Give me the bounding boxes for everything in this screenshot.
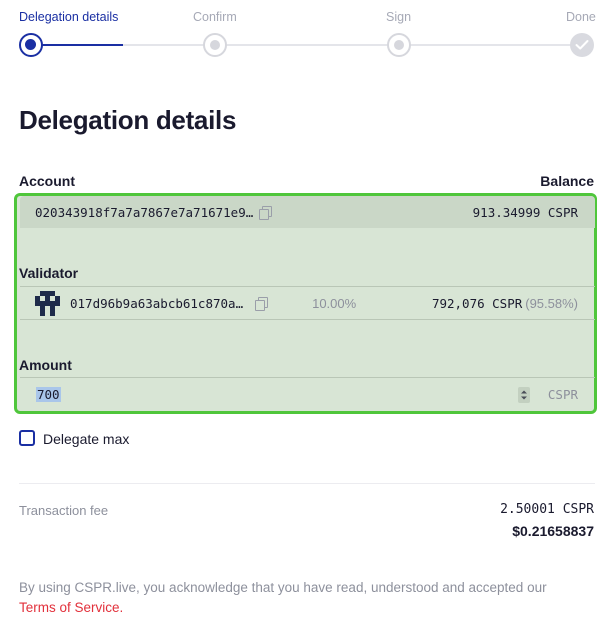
- account-row: 020343918f7a7a7867e7a71671e9… 913.34999 …: [20, 196, 595, 228]
- amount-label: Amount: [19, 357, 72, 373]
- progress-stepper: Delegation details Confirm Sign Done: [0, 0, 607, 70]
- validator-stake: 792,076 CSPR: [431, 295, 523, 311]
- amount-unit: CSPR: [547, 387, 578, 402]
- copy-icon[interactable]: [255, 296, 269, 311]
- account-balance: 913.34999 CSPR: [472, 204, 578, 220]
- stepper-arrows-icon[interactable]: [517, 386, 530, 403]
- validator-fee: 10.00%: [312, 295, 357, 311]
- delegate-max-label[interactable]: Delegate max: [43, 431, 129, 447]
- transaction-fee-cspr: 2.50001 CSPR: [500, 502, 594, 517]
- step-active-dot: [19, 33, 43, 57]
- terms-notice: By using CSPR.live, you acknowledge that…: [19, 578, 579, 618]
- step-label-details: Delegation details: [19, 10, 119, 24]
- validator-select[interactable]: 017d96b9a63abcb61c870a… 10.00% 792,076 C…: [20, 286, 595, 320]
- balance-label: Balance: [540, 173, 594, 189]
- terms-text: By using CSPR.live, you acknowledge that…: [19, 580, 547, 595]
- divider: [19, 483, 595, 484]
- validator-label: Validator: [19, 265, 79, 281]
- step-confirm-dot: [203, 33, 227, 57]
- delegate-max-checkbox[interactable]: [19, 430, 35, 446]
- step-progress-line: [31, 44, 123, 46]
- step-label-sign: Sign: [386, 10, 412, 24]
- checkmark-icon: [570, 33, 594, 57]
- step-label-confirm: Confirm: [193, 10, 237, 24]
- account-public-key: 020343918f7a7a7867e7a71671e9…: [35, 204, 254, 220]
- step-sign-dot: [387, 33, 411, 57]
- transaction-fee-label: Transaction fee: [19, 503, 109, 518]
- transaction-fee-usd: $0.21658837: [512, 523, 594, 539]
- step-track-line: [123, 44, 582, 46]
- terms-of-service-link[interactable]: Terms of Service.: [19, 600, 123, 615]
- page-title: Delegation details: [19, 105, 237, 135]
- amount-input[interactable]: 700: [36, 387, 61, 402]
- validator-avatar-icon: [35, 290, 60, 316]
- copy-icon[interactable]: [259, 205, 273, 220]
- validator-stake-share: (95.58%): [525, 295, 578, 311]
- account-label: Account: [19, 173, 75, 189]
- amount-field[interactable]: 700 CSPR: [20, 377, 595, 411]
- validator-public-key: 017d96b9a63abcb61c870a…: [70, 295, 244, 311]
- step-label-done: Done: [566, 10, 596, 24]
